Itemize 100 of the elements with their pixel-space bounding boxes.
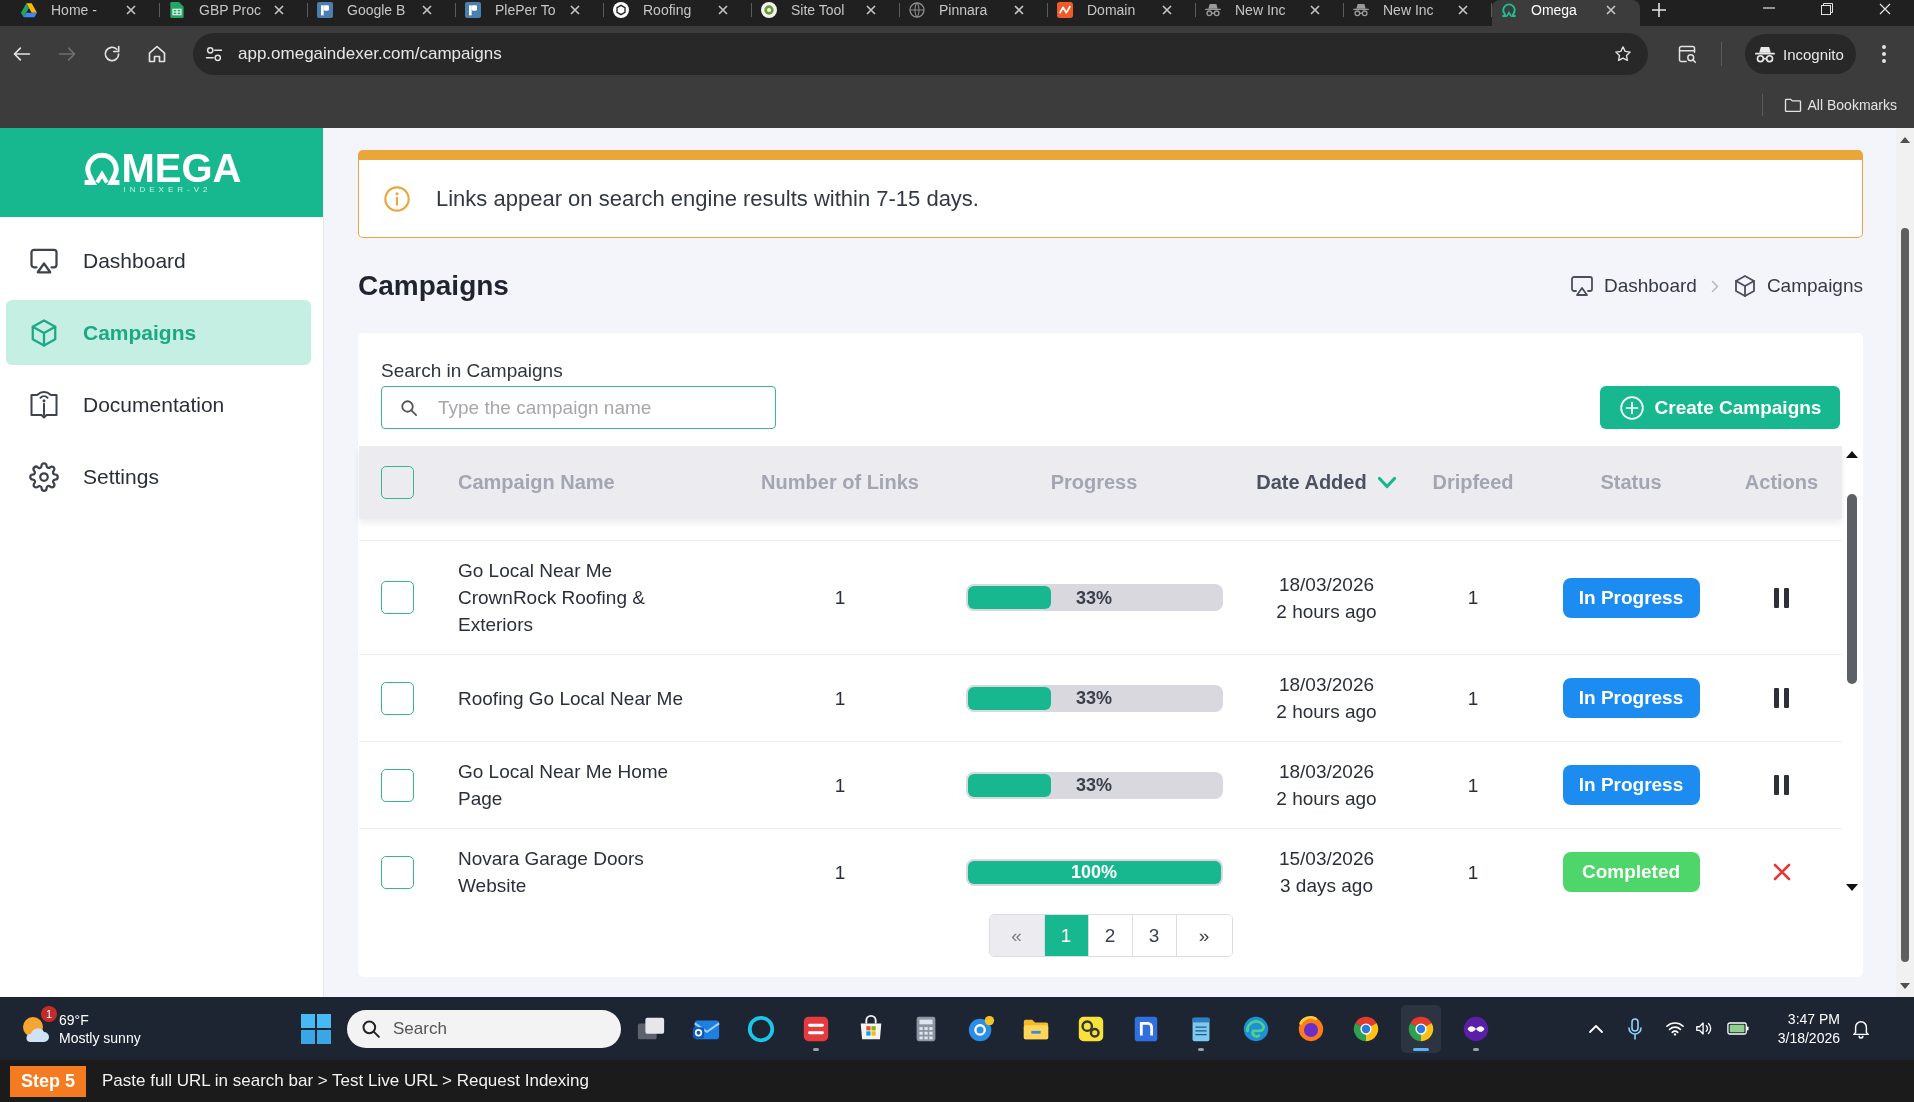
progress-label: 33% [1076,775,1112,795]
microphone-icon[interactable] [1627,1017,1643,1040]
close-icon[interactable] [126,5,136,15]
checkbox[interactable] [381,768,414,802]
wifi-icon[interactable] [1666,1021,1684,1036]
spreadsheet-icon [169,2,185,18]
browser-tab[interactable]: Site Tool [752,0,900,26]
dripfeed-count: 1 [1467,773,1479,798]
ring-icon [966,1013,996,1044]
date-text: 15/03/2026 [1278,847,1375,871]
alert-text: Links appear on search engine results within 7-15 days. [436,185,979,212]
menu-icon[interactable] [1881,45,1886,63]
browser-tab[interactable]: Pinnara [900,0,1048,26]
reload-icon[interactable] [102,44,122,64]
plus-icon[interactable] [1652,3,1666,17]
folder-icon [1783,97,1802,113]
browser-tab[interactable]: PlePer To [456,0,604,26]
close-icon[interactable] [422,5,432,15]
ring-icon [761,2,777,18]
close-icon[interactable] [718,5,728,15]
battery-icon[interactable] [1727,1022,1749,1035]
browser-tab[interactable]: GBP Proc [160,0,308,26]
pause-icon[interactable] [1774,688,1789,708]
star-icon[interactable] [1614,45,1632,63]
running-indicator [1473,1047,1479,1051]
checkbox[interactable] [381,681,414,715]
chevron-down-icon [1376,476,1397,489]
checkbox[interactable] [381,466,414,499]
page-scrollbar[interactable] [1896,128,1914,997]
orb-icon [1296,1013,1326,1044]
running-indicator [1198,1047,1204,1051]
close-icon[interactable] [570,5,580,15]
cube-icon [1732,274,1757,298]
close-icon[interactable] [1014,5,1024,15]
tab-search-icon[interactable] [1677,44,1697,64]
instruction-text: Paste full URL in search bar > Test Live URL > Request Indexing [102,1071,589,1091]
close-icon[interactable] [1162,5,1172,15]
profile-chip[interactable]: Incognito [1745,34,1856,74]
notification-bell-icon[interactable] [1852,1018,1870,1039]
browser-tab[interactable]: Roofing [604,0,752,26]
status-badge: Completed [1562,852,1700,892]
incognito-icon [1205,2,1221,18]
globe-icon [909,2,925,18]
browser-tab[interactable]: Omega [1492,0,1640,26]
link-count: 1 [834,586,846,610]
close-icon[interactable] [866,5,876,15]
bookmark-link[interactable]: All Bookmarks [1783,97,1897,113]
campaign-name: Go Local Near Me Home Page [458,760,670,811]
close-icon[interactable] [1606,5,1616,15]
plus-circle-icon [1618,394,1645,421]
sidebar-item[interactable]: Settings [6,444,311,509]
browser-tab[interactable]: Google B [308,0,456,26]
book-icon [29,389,59,420]
clock[interactable]: 3:47 PM 3/18/2026 [1760,1009,1840,1048]
chevron-up-icon[interactable] [1588,1023,1604,1034]
pause-icon[interactable] [1774,775,1789,795]
start-icon[interactable] [301,1013,331,1044]
tile-icon [465,2,481,18]
date-text: 18/03/2026 [1278,572,1375,597]
breadcrumb-link[interactable]: Campaigns [1732,274,1863,298]
running-indicator [1413,1047,1429,1051]
info-icon [383,184,411,213]
speaker-icon[interactable] [1695,1021,1713,1036]
date-text: 18/03/2026 [1278,673,1375,697]
campaign-name: Roofing Go Local Near Me [458,686,683,711]
site-settings-icon[interactable] [205,45,223,63]
page-title: Campaigns [358,270,509,302]
chevron-right-icon [1710,279,1719,293]
close-icon[interactable] [1310,5,1320,15]
link-count: 1 [834,860,846,885]
back-arrow-icon[interactable] [12,44,32,64]
address-bar[interactable]: app.omegaindexer.com/campaigns [193,33,1648,75]
browser-tab[interactable]: Home - [12,0,160,26]
sidebar-item[interactable]: Dashboard [6,228,311,293]
ring-icon [746,1013,776,1044]
browser-tab[interactable]: Domain [1048,0,1196,26]
column-header[interactable]: Date Added [1256,471,1397,494]
pause-icon[interactable] [1774,587,1789,608]
triangle-icon [21,2,37,18]
dripfeed-count: 1 [1467,686,1479,711]
taskbar-button[interactable] [1401,1004,1441,1053]
search-field[interactable]: Search [347,1009,621,1048]
sidebar-item[interactable]: Documentation [6,372,311,437]
relative-time: 2 hours ago [1276,700,1377,724]
weather-text: Mostly sunny [59,1028,141,1047]
step-tag: Step 5 [10,1065,87,1097]
running-indicator [813,1047,819,1051]
browser-tab[interactable]: New Inc [1196,0,1344,26]
home-icon[interactable] [147,44,167,64]
search-icon [400,398,418,417]
breadcrumb-link[interactable]: Dashboard [1569,274,1697,298]
dripfeed-count: 1 [1467,860,1479,885]
checkbox[interactable] [381,581,414,614]
incognito-icon [1353,2,1369,18]
restore-icon[interactable] [1821,3,1833,15]
browser-tab[interactable]: New Inc [1344,0,1492,26]
close-icon[interactable] [1458,5,1468,15]
checkbox[interactable] [381,855,414,889]
close-icon[interactable] [274,5,284,15]
search-field[interactable]: Type the campaign name [381,386,776,429]
